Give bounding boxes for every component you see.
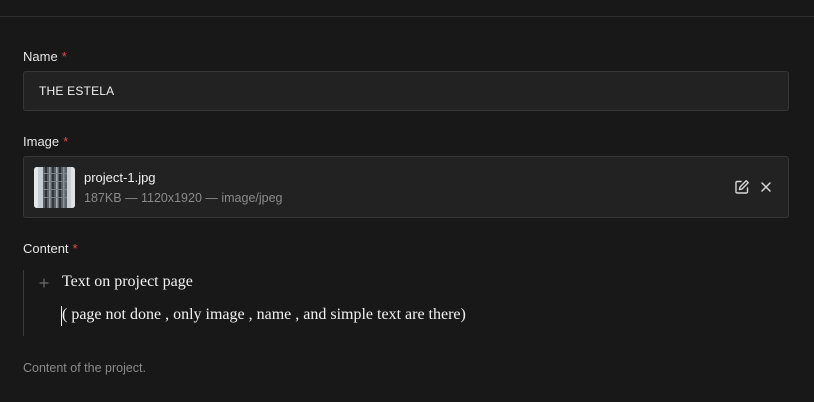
top-divider xyxy=(0,16,814,17)
image-file-card: project-1.jpg 187KB — 1120x1920 — image/… xyxy=(23,156,789,218)
editor-paragraph-1[interactable]: Text on project page xyxy=(62,273,193,291)
content-label: Content * xyxy=(23,241,78,257)
image-label: Image * xyxy=(23,134,68,150)
name-label: Name * xyxy=(23,49,67,65)
name-input[interactable]: THE ESTELA xyxy=(23,71,789,111)
close-icon[interactable] xyxy=(758,179,774,195)
plus-icon[interactable] xyxy=(38,276,50,288)
image-required-mark: * xyxy=(63,134,69,149)
pencil-square-icon[interactable] xyxy=(734,179,750,195)
content-rich-text-editor[interactable]: Text on project page ( page not done , o… xyxy=(23,270,789,338)
image-file-name: project-1.jpg xyxy=(84,170,156,185)
content-required-mark: * xyxy=(72,241,78,256)
content-help-text: Content of the project. xyxy=(23,361,146,375)
editor-left-rule xyxy=(23,270,24,336)
thumbnail-art xyxy=(34,167,75,208)
editor-paragraph-2[interactable]: ( page not done , only image , name , an… xyxy=(62,306,466,324)
image-file-meta: 187KB — 1120x1920 — image/jpeg xyxy=(84,191,283,205)
image-label-text: Image xyxy=(23,134,60,149)
image-thumbnail[interactable] xyxy=(34,167,75,208)
text-caret xyxy=(61,306,62,326)
name-label-text: Name xyxy=(23,49,58,64)
content-label-text: Content xyxy=(23,241,69,256)
name-required-mark: * xyxy=(61,49,67,64)
